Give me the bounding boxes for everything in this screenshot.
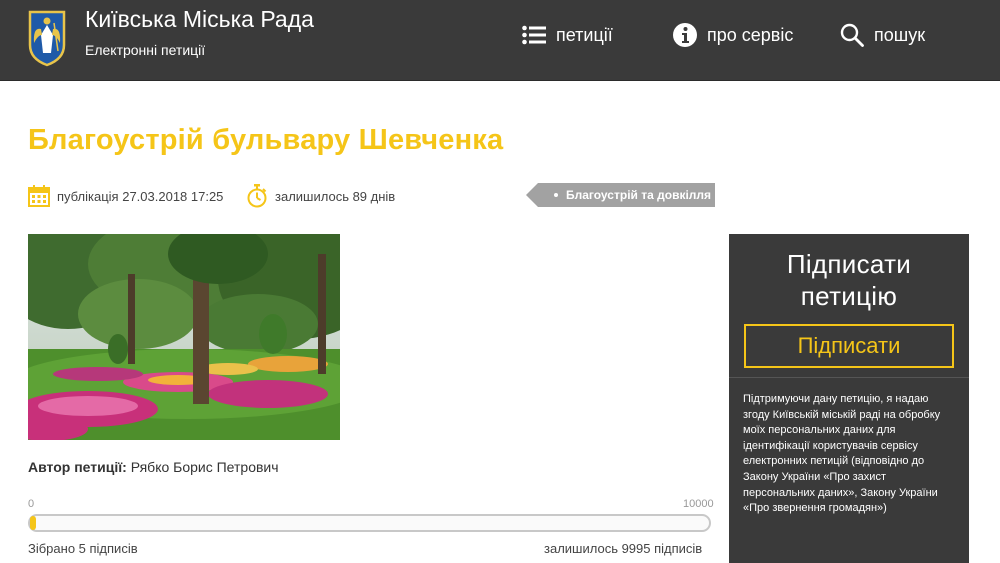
author-label: Автор петиції: — [28, 459, 127, 475]
site-subtitle: Електронні петиції — [85, 42, 206, 58]
calendar-icon — [28, 185, 50, 207]
list-icon — [522, 25, 546, 45]
publication-date-text: публікація 27.03.2018 17:25 — [57, 188, 224, 204]
petition-photo — [28, 234, 340, 440]
info-icon — [673, 23, 697, 47]
consent-text: Підтримуючи дану петицію, я надаю згоду … — [743, 393, 941, 515]
sign-heading: Підписати петицію — [729, 248, 969, 312]
time-remaining-text: залишилось 89 днів — [275, 188, 396, 204]
signatures-remaining: залишилось 9995 підписів — [544, 541, 703, 556]
signatures-collected: Зібрано 5 підписів — [28, 541, 138, 556]
site-title[interactable]: Київська Міська Рада — [85, 6, 314, 33]
petition-author: Автор петиції: Рябко Борис Петрович — [28, 459, 279, 475]
sign-panel-divider — [729, 377, 969, 378]
sign-heading-line2: петицію — [800, 281, 898, 311]
nav-search[interactable]: пошук — [840, 20, 925, 50]
category-tag[interactable]: Благоустрій та довкілля — [526, 183, 715, 207]
author-name: Рябко Борис Петрович — [130, 459, 279, 475]
publication-date: публікація 27.03.2018 17:25 — [28, 183, 223, 209]
stopwatch-icon — [247, 184, 267, 208]
signatures-progress-fill — [30, 516, 36, 530]
signatures-progress-bar — [28, 514, 711, 532]
site-header: Київська Міська Рада Електронні петиції … — [0, 0, 1000, 81]
search-icon — [840, 23, 864, 47]
nav-petitions[interactable]: петиції — [522, 20, 613, 50]
nav-about-label: про сервіс — [707, 24, 794, 45]
sign-petition-button[interactable]: Підписати — [744, 324, 954, 368]
progress-scale-min: 0 — [28, 498, 35, 510]
category-tag-label: Благоустрій та довкілля — [566, 188, 712, 202]
nav-search-label: пошук — [874, 24, 926, 45]
nav-about[interactable]: про сервіс — [673, 20, 793, 50]
sign-panel: Підписати петицію Підписати Підтримуючи … — [729, 234, 969, 563]
petition-title: Благоустрій бульвару Шевченка — [28, 124, 504, 156]
progress-scale-max: 10000 — [683, 498, 714, 510]
nav-petitions-label: петиції — [556, 24, 613, 45]
tag-dot — [554, 193, 558, 197]
sign-heading-line1: Підписати — [786, 249, 912, 279]
kyiv-coat-of-arms-icon[interactable] — [27, 9, 67, 67]
time-remaining: залишилось 89 днів — [246, 183, 395, 209]
